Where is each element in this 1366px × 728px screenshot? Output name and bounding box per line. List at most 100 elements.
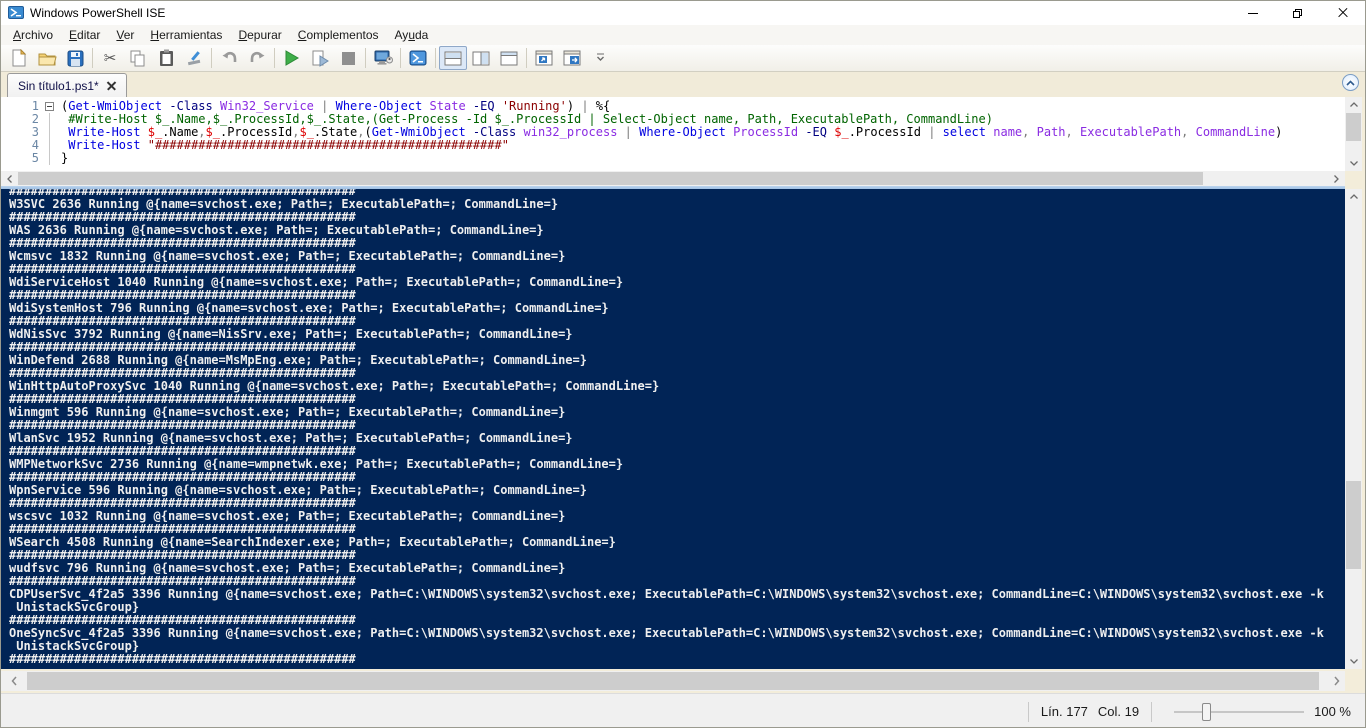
close-button[interactable] [1320, 1, 1365, 25]
editor-vscroll-thumb[interactable] [1346, 113, 1361, 141]
clear-console-pane-button[interactable] [180, 46, 208, 70]
toolbar-separator [274, 48, 275, 68]
scroll-left-icon[interactable] [5, 671, 22, 691]
squeegee-icon [186, 50, 203, 67]
scroll-right-icon[interactable] [1328, 671, 1345, 691]
layout-top-icon [444, 51, 462, 66]
copy-icon [130, 50, 146, 67]
editor-horizontal-scrollbar[interactable] [1, 171, 1345, 186]
undo-button[interactable] [215, 46, 243, 70]
titlebar: Windows PowerShell ISE [1, 1, 1365, 25]
new-script-button[interactable] [5, 46, 33, 70]
menu-depurar[interactable]: Depurar [230, 26, 289, 44]
show-script-pane-maximized-button[interactable] [495, 46, 523, 70]
new-remote-powershell-tab-button[interactable] [369, 46, 397, 70]
run-selection-icon [312, 50, 329, 67]
toolbar: ✂ [1, 45, 1365, 72]
clipboard-icon [159, 49, 174, 67]
scroll-up-icon[interactable] [1345, 97, 1362, 112]
powershell-console-icon [409, 50, 427, 66]
script-pane-up-button[interactable] [530, 46, 558, 70]
scroll-right-icon[interactable] [1328, 171, 1345, 186]
scroll-up-icon[interactable] [1345, 189, 1362, 204]
toolbar-separator [365, 48, 366, 68]
toolbar-overflow-button[interactable] [586, 46, 614, 70]
editor-vertical-scrollbar[interactable] [1345, 97, 1362, 171]
save-icon [67, 50, 84, 67]
layout-maximized-icon [500, 51, 518, 66]
statusbar-separator [1028, 702, 1029, 722]
scroll-down-icon[interactable] [1345, 156, 1362, 171]
open-script-button[interactable] [33, 46, 61, 70]
close-icon [1338, 8, 1348, 18]
run-selection-button[interactable] [306, 46, 334, 70]
toolbar-separator [526, 48, 527, 68]
menu-archivo[interactable]: Archivo [5, 26, 61, 44]
fold-guide-line [49, 113, 50, 165]
run-icon [285, 50, 299, 66]
statusbar-separator [1151, 702, 1152, 722]
minimize-button[interactable] [1230, 1, 1275, 25]
fold-column [45, 100, 59, 171]
paste-button[interactable] [152, 46, 180, 70]
console-horizontal-scrollbar[interactable] [1, 671, 1345, 691]
editor-hscroll-thumb[interactable] [18, 172, 1203, 185]
collapse-script-pane-button[interactable] [1342, 74, 1359, 91]
stop-operation-button[interactable] [334, 46, 362, 70]
toolbar-separator [211, 48, 212, 68]
open-folder-icon [38, 51, 57, 66]
tab-label: Sin título1.ps1* [18, 79, 99, 93]
tabstrip: Sin título1.ps1* [1, 72, 1365, 97]
scissors-icon: ✂ [104, 51, 117, 66]
undo-icon [221, 51, 238, 66]
zoom-slider-thumb[interactable] [1202, 703, 1211, 721]
overflow-chevron-icon [596, 53, 605, 63]
menu-ver[interactable]: Ver [108, 26, 142, 44]
tab-untitled1[interactable]: Sin título1.ps1* [7, 73, 127, 97]
scroll-down-icon[interactable] [1345, 654, 1362, 669]
script-pane-right-button[interactable] [558, 46, 586, 70]
console-vscroll-thumb[interactable] [1346, 481, 1361, 569]
status-column-number: Col. 19 [1098, 704, 1139, 719]
menu-complementos[interactable]: Complementos [290, 26, 387, 44]
zoom-slider-track [1174, 711, 1304, 713]
statusbar: Lín. 177 Col. 19 100 % [1, 693, 1365, 728]
menu-editar[interactable]: Editar [61, 26, 108, 44]
toolbar-separator [400, 48, 401, 68]
stop-icon [342, 52, 355, 65]
console-pane[interactable]: ########################################… [1, 189, 1345, 669]
remote-computer-icon [374, 50, 393, 66]
cut-button[interactable]: ✂ [96, 46, 124, 70]
chevron-up-icon [1346, 80, 1355, 86]
console-hscroll-thumb[interactable] [27, 672, 1319, 690]
run-script-button[interactable] [278, 46, 306, 70]
console-vertical-scrollbar[interactable] [1345, 189, 1362, 669]
menubar: ArchivoEditarVerHerramientasDepurarCompl… [1, 25, 1365, 45]
toolbar-separator [92, 48, 93, 68]
fold-collapse-icon[interactable] [45, 102, 54, 111]
layout-right-icon [472, 51, 490, 66]
redo-button[interactable] [243, 46, 271, 70]
powershell-app-icon [8, 6, 24, 20]
toolbar-separator [435, 48, 436, 68]
code-area[interactable]: (Get-WmiObject -Class Win32_Service | Wh… [61, 100, 1327, 165]
zoom-slider[interactable] [1174, 703, 1304, 721]
menu-herramientas[interactable]: Herramientas [142, 26, 230, 44]
save-script-button[interactable] [61, 46, 89, 70]
minimize-icon [1248, 13, 1258, 14]
powershell-ise-window: Windows PowerShell ISE ArchivoEditarVerH… [0, 0, 1366, 728]
window-arrow-up-icon [535, 50, 553, 66]
redo-icon [249, 51, 266, 66]
zoom-level: 100 % [1314, 704, 1351, 719]
menu-ayuda[interactable]: Ayuda [387, 26, 437, 44]
restore-icon [1293, 9, 1302, 18]
script-editor[interactable]: 12345 (Get-WmiObject -Class Win32_Servic… [1, 97, 1345, 171]
restore-button[interactable] [1275, 1, 1320, 25]
start-powershell-exe-button[interactable] [404, 46, 432, 70]
copy-button[interactable] [124, 46, 152, 70]
show-script-pane-top-button[interactable] [439, 46, 467, 70]
scroll-left-icon[interactable] [1, 171, 18, 186]
tab-close-icon[interactable] [107, 81, 116, 90]
show-script-pane-right-button[interactable] [467, 46, 495, 70]
window-title: Windows PowerShell ISE [30, 6, 165, 20]
